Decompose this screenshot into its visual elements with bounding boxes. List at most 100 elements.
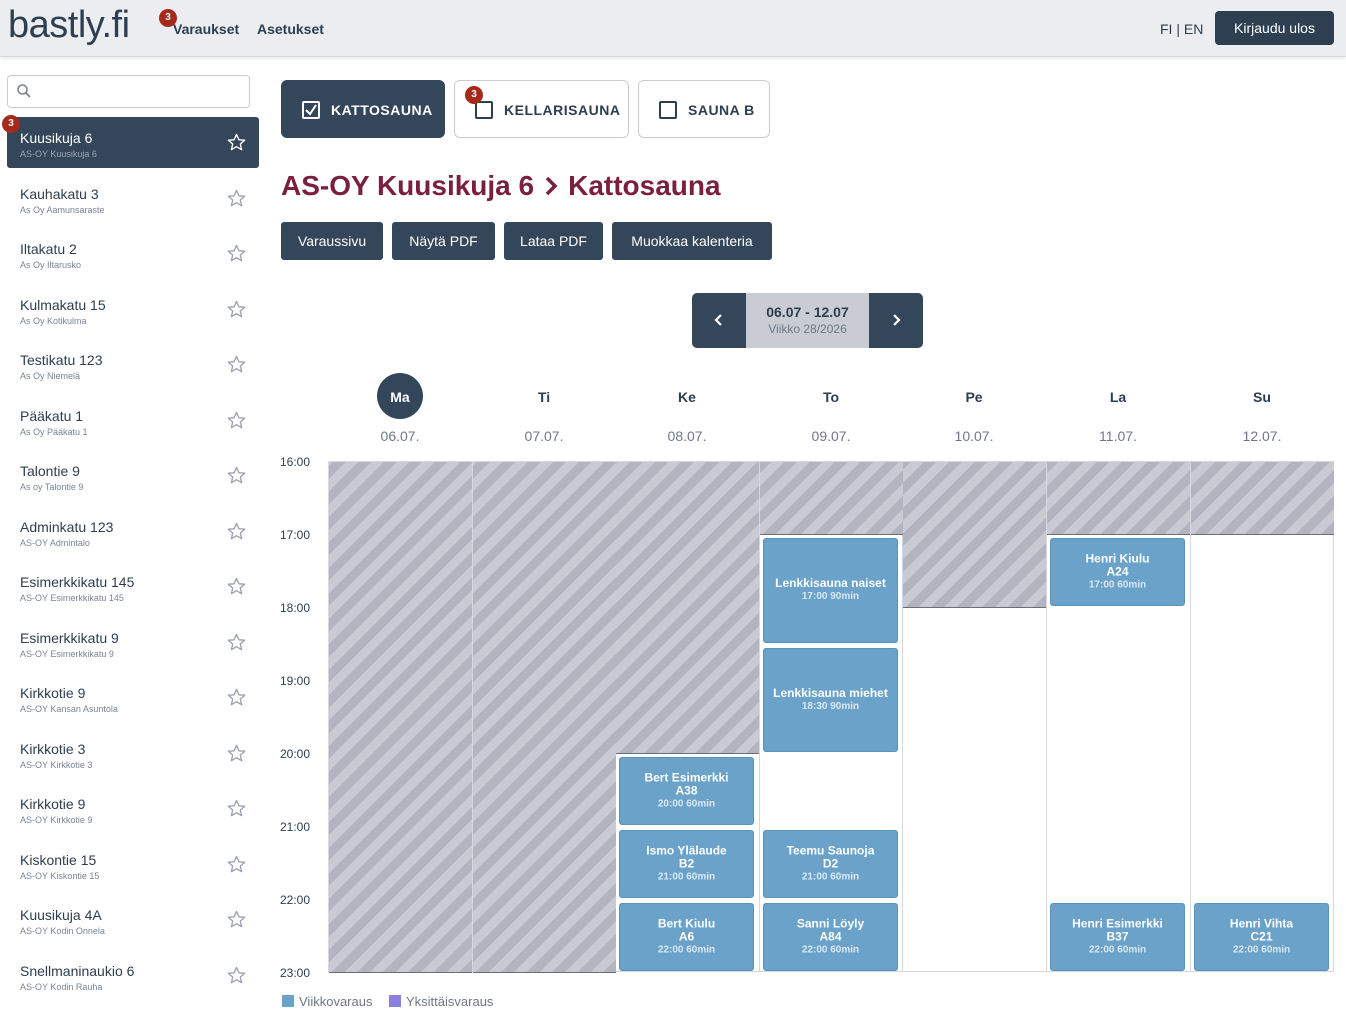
star-icon[interactable] — [227, 522, 246, 541]
sidebar-item[interactable]: Iltakatu 2 As Oy Iltarusko — [7, 228, 259, 279]
star-icon[interactable] — [227, 133, 246, 152]
sauna-tab-label: KATTOSAUNA — [331, 102, 433, 118]
sidebar-item[interactable]: Kulmakatu 15 As Oy Kotikulma — [7, 284, 259, 335]
sidebar-item-subtitle: As Oy Aamunsaraste — [20, 204, 105, 215]
event-content: Ismo Ylälaude B2 21:00 60min — [620, 844, 753, 884]
event-content: Bert Esimerkki A38 20:00 60min — [620, 771, 753, 811]
sauna-tab-sauna-b[interactable]: SAUNA B — [638, 80, 770, 138]
day-column[interactable] — [1190, 462, 1334, 972]
event-content: Henri Esimerkki B37 22:00 60min — [1051, 917, 1184, 957]
nav-settings[interactable]: Asetukset — [257, 21, 324, 37]
week-number: Viikko 28/2026 — [768, 322, 847, 336]
sauna-tab-label: KELLARISAUNA — [504, 102, 621, 118]
sauna-tab-label: SAUNA B — [688, 102, 755, 118]
sidebar-item[interactable]: Kirkkotie 9 AS-OY Kansan Asuntola — [7, 672, 259, 723]
unavailable-slot — [473, 462, 616, 973]
star-icon[interactable] — [227, 966, 246, 985]
unavailable-slot — [616, 462, 759, 754]
time-label: 18:00 — [280, 601, 311, 615]
reservation-event[interactable]: Henri Esimerkki B37 22:00 60min — [1050, 903, 1185, 971]
search-input[interactable] — [7, 75, 250, 108]
event-time: 17:00 90min — [801, 591, 860, 603]
reservation-event[interactable]: Henri Vihta C21 22:00 60min — [1194, 903, 1329, 971]
previous-week-button[interactable] — [692, 293, 746, 348]
reservation-event[interactable]: Lenkkisauna miehet 18:30 90min — [763, 647, 898, 752]
sidebar-item[interactable]: Esimerkkikatu 145 AS-OY Esimerkkikatu 145 — [7, 561, 259, 612]
sidebar-item[interactable]: Snellmaninaukio 6 AS-OY Kodin Rauha — [7, 950, 259, 1001]
time-label: 20:00 — [280, 747, 311, 761]
event-name: Lenkkisauna naiset — [775, 576, 886, 591]
logout-button[interactable]: Kirjaudu ulos — [1215, 11, 1334, 45]
sidebar-item-subtitle: AS-OY Kodin Onnela — [20, 926, 105, 936]
show-pdf-button[interactable]: Näytä PDF — [392, 222, 495, 260]
reservation-event[interactable]: Sanni Löyly A84 22:00 60min — [763, 903, 898, 971]
reservation-event[interactable]: Bert Kiulu A6 22:00 60min — [619, 903, 754, 971]
event-apartment: B2 — [678, 856, 695, 871]
chevron-left-icon — [714, 314, 722, 326]
sauna-tab-kattosauna[interactable]: KATTOSAUNA — [281, 80, 445, 138]
legend-weekly: Viikkovaraus — [282, 994, 372, 1009]
sidebar-item[interactable]: Kuusikuja 6 AS-OY Kuusikuja 6 — [7, 117, 259, 168]
star-icon[interactable] — [227, 577, 246, 596]
star-icon[interactable] — [227, 799, 246, 818]
star-icon[interactable] — [227, 688, 246, 707]
unavailable-slot — [903, 462, 1046, 608]
star-icon[interactable] — [227, 189, 246, 208]
sidebar-item[interactable]: Kirkkotie 9 AS-OY Kirkkotie 9 — [7, 783, 259, 834]
star-icon[interactable] — [227, 855, 246, 874]
sidebar-item[interactable]: Pääkatu 1 As Oy Pääkatu 1 — [7, 395, 259, 446]
sidebar-item-subtitle: AS-OY Kodin Rauha — [20, 981, 103, 992]
star-icon[interactable] — [227, 466, 246, 485]
sidebar-item[interactable]: Kiskontie 15 AS-OY Kiskontie 15 — [7, 839, 259, 890]
booking-page-button[interactable]: Varaussivu — [281, 222, 383, 260]
reservation-event[interactable]: Teemu Saunoja D2 21:00 60min — [763, 830, 898, 898]
sidebar-item-subtitle: AS-OY Kirkkotie 9 — [20, 815, 93, 825]
nav-reservations[interactable]: Varaukset — [173, 21, 239, 37]
sidebar-item[interactable]: Esimerkkikatu 9 AS-OY Esimerkkikatu 9 — [7, 617, 259, 668]
sidebar-item-subtitle: As oy Talontie 9 — [20, 482, 84, 492]
sidebar-item[interactable]: Adminkatu 123 AS-OY Admintalo — [7, 506, 259, 557]
sidebar-item[interactable]: Talontie 9 As oy Talontie 9 — [7, 450, 259, 501]
legend-weekly-label: Viikkovaraus — [299, 994, 373, 1009]
reservation-event[interactable]: Lenkkisauna naiset 17:00 90min — [763, 538, 898, 643]
logo[interactable]: bastly.fi — [8, 4, 130, 47]
sidebar-item-name: Kirkkotie 3 — [20, 740, 86, 757]
sidebar-item-subtitle: AS-OY Kuusikuja 6 — [20, 149, 97, 159]
next-week-button[interactable] — [869, 293, 923, 348]
edit-calendar-button[interactable]: Muokkaa kalenteria — [612, 222, 772, 260]
event-time: 22:00 60min — [801, 944, 860, 956]
reservation-event[interactable]: Ismo Ylälaude B2 21:00 60min — [619, 830, 754, 898]
title-sauna: Kattosauna — [568, 170, 721, 201]
reservation-event[interactable]: Bert Esimerkki A38 20:00 60min — [619, 757, 754, 825]
sidebar-item[interactable]: Kuusikuja 4A AS-OY Kodin Onnela — [7, 894, 259, 945]
event-apartment: A84 — [819, 929, 842, 944]
sidebar-item-subtitle: AS-OY Kirkkotie 3 — [20, 759, 93, 770]
sidebar-item[interactable]: Kauhakatu 3 As Oy Aamunsaraste — [7, 173, 259, 224]
event-content: Bert Kiulu A6 22:00 60min — [620, 917, 753, 957]
star-icon[interactable] — [227, 355, 246, 374]
reservation-event[interactable]: Henri Kiulu A24 17:00 60min — [1050, 538, 1185, 606]
event-apartment: A24 — [1106, 564, 1129, 579]
week-range: 06.07 - 12.07 — [766, 304, 849, 320]
event-time: 21:00 60min — [657, 871, 716, 883]
event-content: Henri Kiulu A24 17:00 60min — [1051, 552, 1184, 592]
star-icon[interactable] — [227, 910, 246, 929]
star-icon[interactable] — [227, 411, 246, 430]
lang-en[interactable]: EN — [1184, 21, 1203, 37]
star-icon[interactable] — [227, 633, 246, 652]
star-icon[interactable] — [227, 744, 246, 763]
lang-fi[interactable]: FI — [1160, 21, 1172, 37]
download-pdf-button[interactable]: Lataa PDF — [504, 222, 603, 260]
star-icon[interactable] — [227, 300, 246, 319]
top-bar: bastly.fi 3 Varaukset Asetukset FI | EN … — [0, 0, 1346, 57]
time-label: 16:00 — [280, 455, 311, 469]
day-name: Ma — [390, 389, 410, 405]
sidebar-item[interactable]: Testikatu 123 As Oy Niemelä — [7, 339, 259, 390]
day-date: 06.07. — [380, 428, 420, 444]
sidebar-item-subtitle: AS-OY Esimerkkikatu 9 — [20, 648, 114, 659]
sidebar-item-subtitle: As Oy Kotikulma — [20, 315, 87, 326]
event-time: 17:00 60min — [1088, 579, 1147, 591]
star-icon[interactable] — [227, 244, 246, 263]
event-time: 22:00 60min — [1088, 944, 1147, 956]
sidebar-item[interactable]: Kirkkotie 3 AS-OY Kirkkotie 3 — [7, 728, 259, 779]
